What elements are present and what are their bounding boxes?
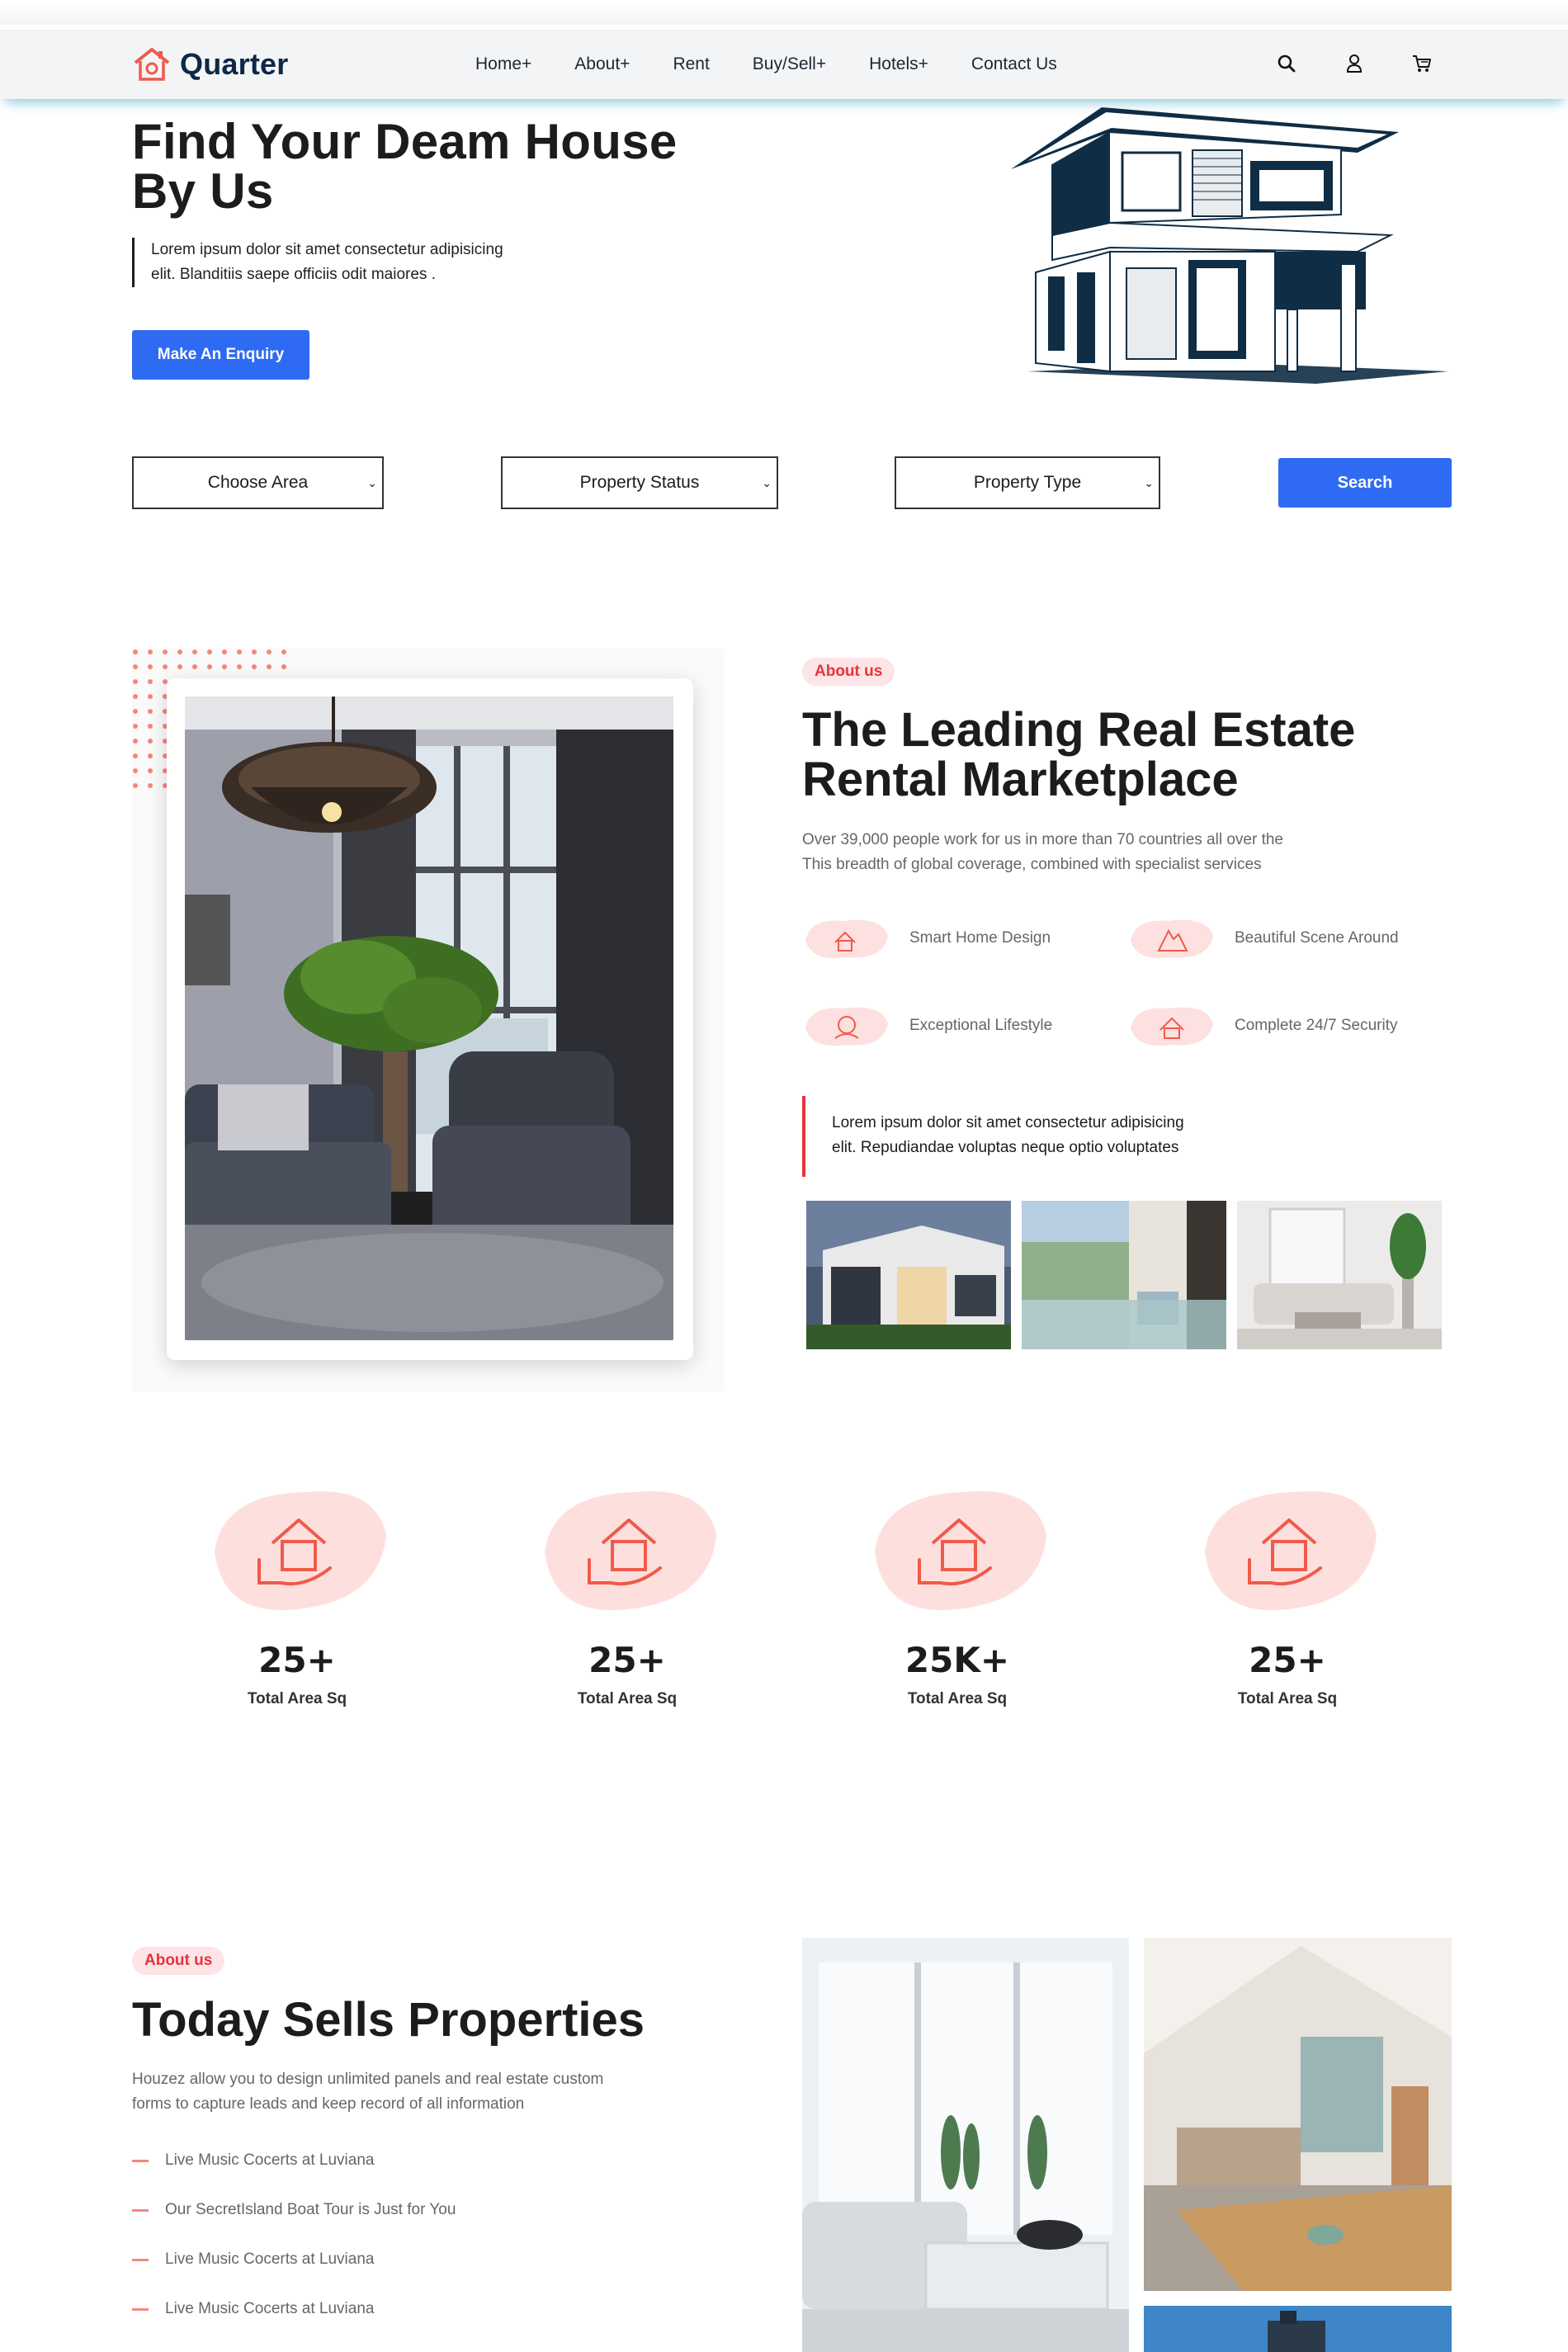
cart-icon[interactable] <box>1411 53 1433 74</box>
house-hand-icon <box>1205 1491 1377 1611</box>
make-enquiry-button[interactable]: Make An Enquiry <box>132 330 309 380</box>
living-room-image <box>185 697 673 1340</box>
sells-about-pill: About us <box>132 1947 225 1975</box>
stat-label: Total Area Sq <box>247 1690 347 1707</box>
gallery-image-exterior <box>1144 2306 1452 2352</box>
feature-label: Exceptional Lifestyle <box>909 1017 1053 1034</box>
feature-label: Smart Home Design <box>909 929 1051 947</box>
list-item-label: Live Music Cocerts at Luviana <box>165 2250 375 2268</box>
sells-text-line1: Houzez allow you to design unlimited pan… <box>132 2071 604 2088</box>
nav-home[interactable]: Home+ <box>475 54 531 74</box>
hero-title-line2: By Us <box>132 163 274 219</box>
feature-smart-home: Smart Home Design <box>802 913 1051 964</box>
about-text: Over 39,000 people work for us in more t… <box>802 828 1429 877</box>
smart-home-icon <box>805 919 888 959</box>
property-status-value: Property Status <box>579 473 700 492</box>
stat-label: Total Area Sq <box>907 1690 1008 1707</box>
dash-icon <box>132 2307 149 2311</box>
sells-title: Today Sells Properties <box>132 1993 645 2047</box>
about-title-line1: The Leading Real Estate <box>802 703 1356 757</box>
stat-label: Total Area Sq <box>577 1690 678 1707</box>
list-item[interactable]: Live Music Cocerts at Luviana <box>132 2300 374 2318</box>
quote-line2: elit. Repudiandae voluptas neque optio v… <box>832 1139 1179 1156</box>
thumbnail-white-living-room <box>1237 1201 1442 1349</box>
house-hand-icon <box>215 1491 386 1611</box>
brand[interactable]: Quarter <box>132 46 288 83</box>
living-room-photo <box>167 678 693 1360</box>
choose-area-value: Choose Area <box>207 473 309 492</box>
nav-hotels[interactable]: Hotels+ <box>869 54 928 74</box>
gallery-image-living-room <box>802 1938 1129 2352</box>
dash-icon <box>132 2159 149 2162</box>
chevron-down-icon: ⌄ <box>762 476 772 489</box>
gallery-image-loft <box>1144 1938 1452 2291</box>
main-nav: Home+ About+ Rent Buy/Sell+ Hotels+ Cont… <box>475 54 1100 74</box>
stat-value: 25+ <box>1249 1640 1326 1680</box>
search-icon[interactable] <box>1276 53 1297 74</box>
nav-contact[interactable]: Contact Us <box>971 54 1057 74</box>
stat-value: 25+ <box>258 1640 336 1680</box>
stat-value: 25+ <box>588 1640 666 1680</box>
list-item-label: Our SecretIsland Boat Tour is Just for Y… <box>165 2201 456 2218</box>
quote-line1: Lorem ipsum dolor sit amet consectetur a… <box>832 1114 1184 1131</box>
sells-text-line2: forms to capture leads and keep record o… <box>132 2095 525 2113</box>
chevron-down-icon: ⌄ <box>1144 476 1154 489</box>
stat-value: 25K+ <box>904 1640 1010 1680</box>
house-hand-icon <box>875 1491 1046 1611</box>
scene-icon <box>1131 919 1213 959</box>
nav-buy-sell[interactable]: Buy/Sell+ <box>753 54 826 74</box>
hero-text: Lorem ipsum dolor sit amet consectetur a… <box>132 238 561 287</box>
nav-icons <box>1276 53 1433 74</box>
feature-label: Complete 24/7 Security <box>1235 1017 1398 1034</box>
about-title-line2: Rental Marketplace <box>802 753 1239 806</box>
thumbnail-modern-house <box>806 1201 1011 1349</box>
feature-beautiful-scene: Beautiful Scene Around <box>1127 913 1399 964</box>
house-logo-icon <box>134 48 170 81</box>
stat-card: 25K+ Total Area Sq <box>858 1477 1056 1708</box>
brand-name: Quarter <box>180 47 289 81</box>
stat-card: 25+ Total Area Sq <box>1188 1477 1386 1708</box>
list-item[interactable]: Live Music Cocerts at Luviana <box>132 2151 374 2170</box>
about-text-line2: This breadth of global coverage, combine… <box>802 856 1262 873</box>
hero-text-line1: Lorem ipsum dolor sit amet consectetur a… <box>151 241 503 258</box>
dash-icon <box>132 2208 149 2212</box>
property-status-select[interactable]: Property Status ⌄ <box>501 456 778 509</box>
house-illustration <box>1011 107 1448 384</box>
about-us-pill: About us <box>802 658 895 686</box>
top-strip <box>0 0 1568 25</box>
lifestyle-icon <box>805 1007 888 1046</box>
dash-icon <box>132 2258 149 2261</box>
stat-label: Total Area Sq <box>1237 1690 1338 1707</box>
about-quote: Lorem ipsum dolor sit amet consectetur a… <box>802 1096 1264 1177</box>
hero-text-line2: elit. Blanditiis saepe officiis odit mai… <box>151 266 436 283</box>
choose-area-select[interactable]: Choose Area ⌄ <box>132 456 384 509</box>
hero-title-line1: Find Your Deam House <box>132 114 678 169</box>
feature-lifestyle: Exceptional Lifestyle <box>802 1000 1052 1051</box>
chevron-down-icon: ⌄ <box>367 476 377 489</box>
list-item-label: Live Music Cocerts at Luviana <box>165 2151 375 2169</box>
feature-label: Beautiful Scene Around <box>1235 929 1399 947</box>
property-type-value: Property Type <box>973 473 1082 492</box>
hero-title: Find Your Deam House By Us <box>132 117 726 216</box>
about-text-line1: Over 39,000 people work for us in more t… <box>802 831 1283 848</box>
feature-security: Complete 24/7 Security <box>1127 1000 1398 1051</box>
property-type-select[interactable]: Property Type ⌄ <box>895 456 1160 509</box>
sells-text: Houzez allow you to design unlimited pan… <box>132 2067 710 2117</box>
list-item-label: Live Music Cocerts at Luviana <box>165 2300 375 2317</box>
thumbnail-balcony <box>1022 1201 1226 1349</box>
about-title: The Leading Real Estate Rental Marketpla… <box>802 706 1355 805</box>
list-item[interactable]: Our SecretIsland Boat Tour is Just for Y… <box>132 2201 456 2219</box>
nav-rent[interactable]: Rent <box>673 54 709 74</box>
search-button[interactable]: Search <box>1278 458 1452 508</box>
user-icon[interactable] <box>1344 53 1365 74</box>
navbar: Quarter Home+ About+ Rent Buy/Sell+ Hote… <box>0 30 1568 99</box>
list-item[interactable]: Live Music Cocerts at Luviana <box>132 2250 374 2269</box>
security-icon <box>1131 1007 1213 1046</box>
nav-about[interactable]: About+ <box>574 54 630 74</box>
house-hand-icon <box>545 1491 716 1611</box>
stat-card: 25+ Total Area Sq <box>198 1477 396 1708</box>
stat-card: 25+ Total Area Sq <box>528 1477 726 1708</box>
